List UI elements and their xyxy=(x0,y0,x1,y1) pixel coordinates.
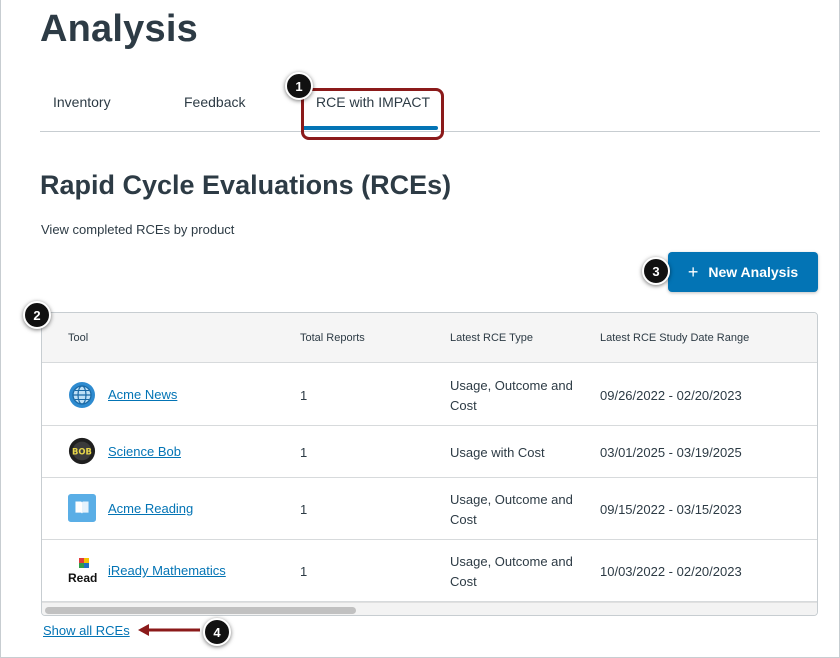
date-range-cell: 09/15/2022 - 03/15/2023 xyxy=(600,502,742,517)
science-bob-logo: BOB xyxy=(68,437,96,465)
table-row: Read iReady Mathematics 1 Usage, Outcome… xyxy=(42,540,817,602)
iready-logo: Read xyxy=(68,557,100,585)
callout-marker-4: 4 xyxy=(203,618,231,646)
tab-inventory[interactable]: Inventory xyxy=(53,94,111,110)
globe-icon xyxy=(68,381,96,409)
show-all-rces-link[interactable]: Show all RCEs xyxy=(43,623,130,638)
total-reports-cell: 1 xyxy=(300,445,308,460)
horizontal-scrollbar[interactable] xyxy=(42,602,817,615)
column-header-latest-rce-type: Latest RCE Type xyxy=(450,332,533,344)
tool-link-iready-mathematics[interactable]: iReady Mathematics xyxy=(108,563,226,578)
column-header-latest-rce-study-date-range: Latest RCE Study Date Range xyxy=(600,332,750,344)
tool-link-acme-news[interactable]: Acme News xyxy=(108,387,177,402)
latest-rce-type-cell: Usage, Outcome and Cost xyxy=(450,378,573,413)
total-reports-cell: 1 xyxy=(300,502,308,517)
column-header-tool: Tool xyxy=(68,332,89,344)
callout-marker-1: 1 xyxy=(285,72,313,100)
date-range-cell: 03/01/2025 - 03/19/2025 xyxy=(600,445,742,460)
tab-feedback[interactable]: Feedback xyxy=(184,94,245,110)
tool-link-acme-reading[interactable]: Acme Reading xyxy=(108,501,193,516)
callout-highlight-box xyxy=(301,88,444,140)
callout-marker-3: 3 xyxy=(642,257,670,285)
date-range-cell: 10/03/2022 - 02/20/2023 xyxy=(600,564,742,579)
latest-rce-type-cell: Usage, Outcome and Cost xyxy=(450,492,573,527)
rce-table: Tool Total Reports Latest RCE Type Lates… xyxy=(41,312,818,616)
tool-link-science-bob[interactable]: Science Bob xyxy=(108,444,181,459)
iready-logo-text: Read xyxy=(68,571,97,585)
date-range-cell: 09/26/2022 - 02/20/2023 xyxy=(600,388,742,403)
section-subtitle: View completed RCEs by product xyxy=(41,222,235,237)
total-reports-cell: 1 xyxy=(300,388,308,403)
total-reports-cell: 1 xyxy=(300,564,308,579)
callout-arrow-icon xyxy=(138,624,200,636)
section-title: Rapid Cycle Evaluations (RCEs) xyxy=(40,170,452,200)
latest-rce-type-cell: Usage, Outcome and Cost xyxy=(450,554,573,589)
table-header: Tool Total Reports Latest RCE Type Lates… xyxy=(42,313,817,363)
plus-icon: + xyxy=(687,262,699,282)
page-title: Analysis xyxy=(40,8,198,50)
science-bob-logo-text: BOB xyxy=(72,447,92,457)
scrollbar-thumb[interactable] xyxy=(45,607,356,614)
callout-marker-2: 2 xyxy=(23,301,51,329)
book-icon xyxy=(68,494,96,522)
column-header-total-reports: Total Reports xyxy=(300,332,365,344)
table-row: Acme Reading 1 Usage, Outcome and Cost 0… xyxy=(42,478,817,540)
table-row: BOB Science Bob 1 Usage with Cost 03/01/… xyxy=(42,426,817,478)
new-analysis-button[interactable]: + New Analysis xyxy=(668,252,818,292)
latest-rce-type-cell: Usage with Cost xyxy=(450,445,545,460)
table-row: Acme News 1 Usage, Outcome and Cost 09/2… xyxy=(42,364,817,426)
new-analysis-label: New Analysis xyxy=(708,264,799,280)
